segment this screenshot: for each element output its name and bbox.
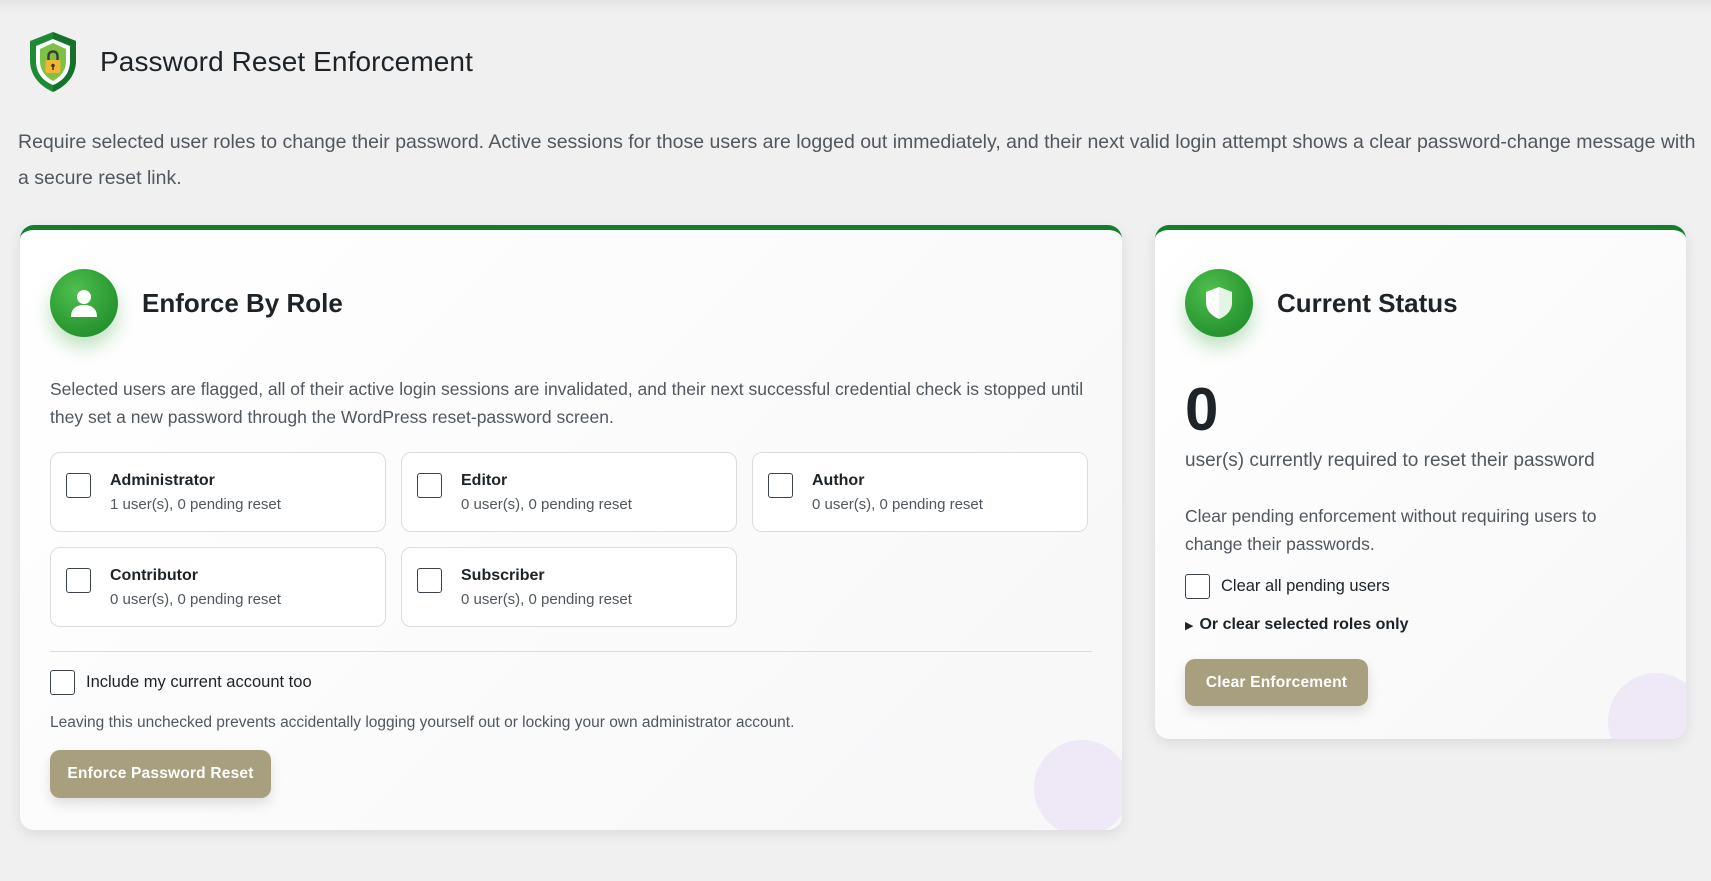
role-list: Administrator 1 user(s), 0 pending reset…: [50, 452, 1092, 627]
clear-selected-roles-toggle[interactable]: ▶ Or clear selected roles only: [1185, 616, 1408, 634]
shield-badge: [1185, 269, 1253, 337]
clear-description: Clear pending enforcement without requir…: [1185, 506, 1597, 554]
pending-count: 0: [1185, 376, 1219, 443]
clear-enforcement-button[interactable]: Clear Enforcement: [1185, 659, 1368, 706]
user-badge: [50, 269, 118, 337]
enforce-by-role-card: Enforce By Role Selected users are flagg…: [20, 225, 1122, 830]
role-name: Administrator: [110, 472, 215, 489]
role-text: Editor 0 user(s), 0 pending reset: [461, 471, 632, 515]
role-name: Contributor: [110, 567, 198, 584]
role-option-editor[interactable]: Editor 0 user(s), 0 pending reset: [401, 452, 737, 532]
role-meta: 1 user(s), 0 pending reset: [110, 496, 281, 513]
role-name: Editor: [461, 472, 508, 489]
include-current-account-option[interactable]: Include my current account too: [50, 670, 312, 695]
role-meta: 0 user(s), 0 pending reset: [812, 496, 983, 513]
page-intro: Require selected user roles to change th…: [18, 131, 1696, 189]
role-text: Administrator 1 user(s), 0 pending reset: [110, 471, 281, 515]
role-meta: 0 user(s), 0 pending reset: [461, 496, 632, 513]
shield-icon: [1206, 287, 1232, 319]
page-title: Password Reset Enforcement: [100, 46, 473, 77]
role-text: Subscriber 0 user(s), 0 pending reset: [461, 566, 632, 610]
role-option-contributor[interactable]: Contributor 0 user(s), 0 pending reset: [50, 547, 386, 627]
include-current-account-label: Include my current account too: [86, 673, 312, 691]
status-card-header: Current Status: [1185, 269, 1458, 337]
user-icon: [71, 290, 97, 317]
status-card-title: Current Status: [1277, 287, 1458, 318]
enforce-card-header: Enforce By Role: [50, 269, 343, 337]
enforce-password-reset-button[interactable]: Enforce Password Reset: [50, 750, 271, 798]
include-current-account-help: Leaving this unchecked prevents accident…: [50, 714, 795, 731]
role-option-subscriber[interactable]: Subscriber 0 user(s), 0 pending reset: [401, 547, 737, 627]
divider: [50, 651, 1092, 652]
clear-all-pending-label: Clear all pending users: [1221, 577, 1390, 595]
decorative-blob: [1608, 673, 1686, 739]
role-meta: 0 user(s), 0 pending reset: [461, 591, 632, 608]
role-name: Author: [812, 472, 865, 489]
role-checkbox[interactable]: [66, 473, 91, 498]
role-checkbox[interactable]: [417, 473, 442, 498]
enforce-description: Selected users are flagged, all of their…: [50, 379, 1084, 427]
role-text: Contributor 0 user(s), 0 pending reset: [110, 566, 281, 610]
role-meta: 0 user(s), 0 pending reset: [110, 591, 281, 608]
enforce-card-title: Enforce By Role: [142, 287, 343, 318]
role-name: Subscriber: [461, 567, 545, 584]
triangle-right-icon: ▶: [1185, 619, 1194, 632]
shield-lock-icon: [30, 32, 76, 92]
current-status-card: Current Status 0 user(s) currently requi…: [1155, 225, 1686, 739]
role-checkbox[interactable]: [66, 568, 91, 593]
include-current-account-checkbox[interactable]: [50, 670, 75, 695]
clear-all-pending-checkbox[interactable]: [1185, 574, 1210, 599]
role-option-administrator[interactable]: Administrator 1 user(s), 0 pending reset: [50, 452, 386, 532]
pending-count-label: user(s) currently required to reset thei…: [1185, 450, 1595, 471]
clear-selected-roles-label: Or clear selected roles only: [1199, 616, 1409, 633]
top-shade: [0, 0, 1711, 14]
role-checkbox[interactable]: [417, 568, 442, 593]
role-option-author[interactable]: Author 0 user(s), 0 pending reset: [752, 452, 1088, 532]
clear-all-pending-option[interactable]: Clear all pending users: [1185, 574, 1390, 599]
decorative-blob: [1034, 740, 1122, 830]
role-checkbox[interactable]: [768, 473, 793, 498]
role-text: Author 0 user(s), 0 pending reset: [812, 471, 983, 515]
page-header: Password Reset Enforcement: [26, 30, 473, 94]
